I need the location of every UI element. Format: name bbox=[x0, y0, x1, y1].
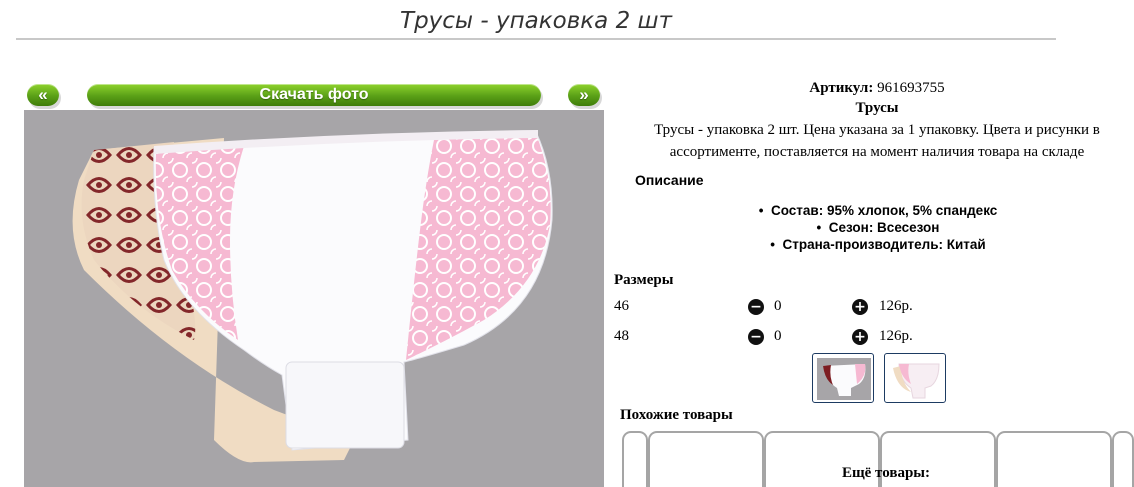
download-photo-button[interactable]: Скачать фото bbox=[87, 84, 541, 106]
next-photo-button[interactable]: » bbox=[568, 84, 600, 106]
spec-list: Состав: 95% хлопок, 5% спандекс Сезон: В… bbox=[612, 202, 1134, 253]
product-photo-panties bbox=[72, 130, 553, 463]
similar-product-card[interactable] bbox=[996, 431, 1112, 487]
spec-composition: Состав: 95% хлопок, 5% спандекс bbox=[612, 202, 1134, 219]
thumbnail-2[interactable] bbox=[884, 353, 946, 403]
product-name: Трусы bbox=[855, 100, 899, 116]
page-title: Трусы - упаковка 2 шт bbox=[400, 8, 672, 34]
product-description: Трусы - упаковка 2 шт. Цена указана за 1… bbox=[654, 122, 1100, 160]
spec-country: Страна-производитель: Китай bbox=[612, 236, 1134, 253]
thumbnail-1[interactable] bbox=[812, 353, 874, 403]
similar-products-title: Похожие товары bbox=[620, 407, 733, 423]
size-value: 48 bbox=[614, 328, 629, 344]
plus-circle-icon[interactable]: + bbox=[852, 329, 868, 345]
size-row: 48 − 0 + 126р. bbox=[614, 328, 1134, 348]
similar-product-card[interactable] bbox=[648, 431, 764, 487]
plus-circle-icon[interactable]: + bbox=[852, 299, 868, 315]
size-value: 46 bbox=[614, 298, 629, 314]
sku-line: Артикул: 961693755 bbox=[612, 78, 1134, 98]
quantity-value: 0 bbox=[774, 298, 782, 314]
minus-circle-icon[interactable]: − bbox=[748, 299, 764, 315]
sku-label: Артикул: bbox=[809, 80, 874, 96]
sizes-title: Размеры bbox=[614, 272, 674, 288]
more-products-title: Ещё товары: bbox=[841, 465, 931, 481]
description-title: Описание bbox=[635, 172, 704, 188]
spec-season: Сезон: Всесезон bbox=[612, 219, 1134, 236]
sku-value: 961693755 bbox=[877, 80, 945, 96]
minus-circle-icon[interactable]: − bbox=[748, 329, 764, 345]
size-row: 46 − 0 + 126р. bbox=[614, 298, 1134, 318]
product-photo[interactable] bbox=[24, 110, 604, 487]
price-value: 126р. bbox=[879, 328, 913, 344]
price-value: 126р. bbox=[879, 298, 913, 314]
quantity-value: 0 bbox=[774, 328, 782, 344]
title-divider bbox=[16, 38, 1056, 40]
similar-product-card[interactable] bbox=[1112, 431, 1134, 487]
similar-product-card[interactable] bbox=[622, 431, 648, 487]
previous-photo-button[interactable]: « bbox=[27, 84, 59, 106]
thumb-panties-pink bbox=[889, 358, 943, 400]
thumb-panties-gray bbox=[817, 358, 871, 400]
